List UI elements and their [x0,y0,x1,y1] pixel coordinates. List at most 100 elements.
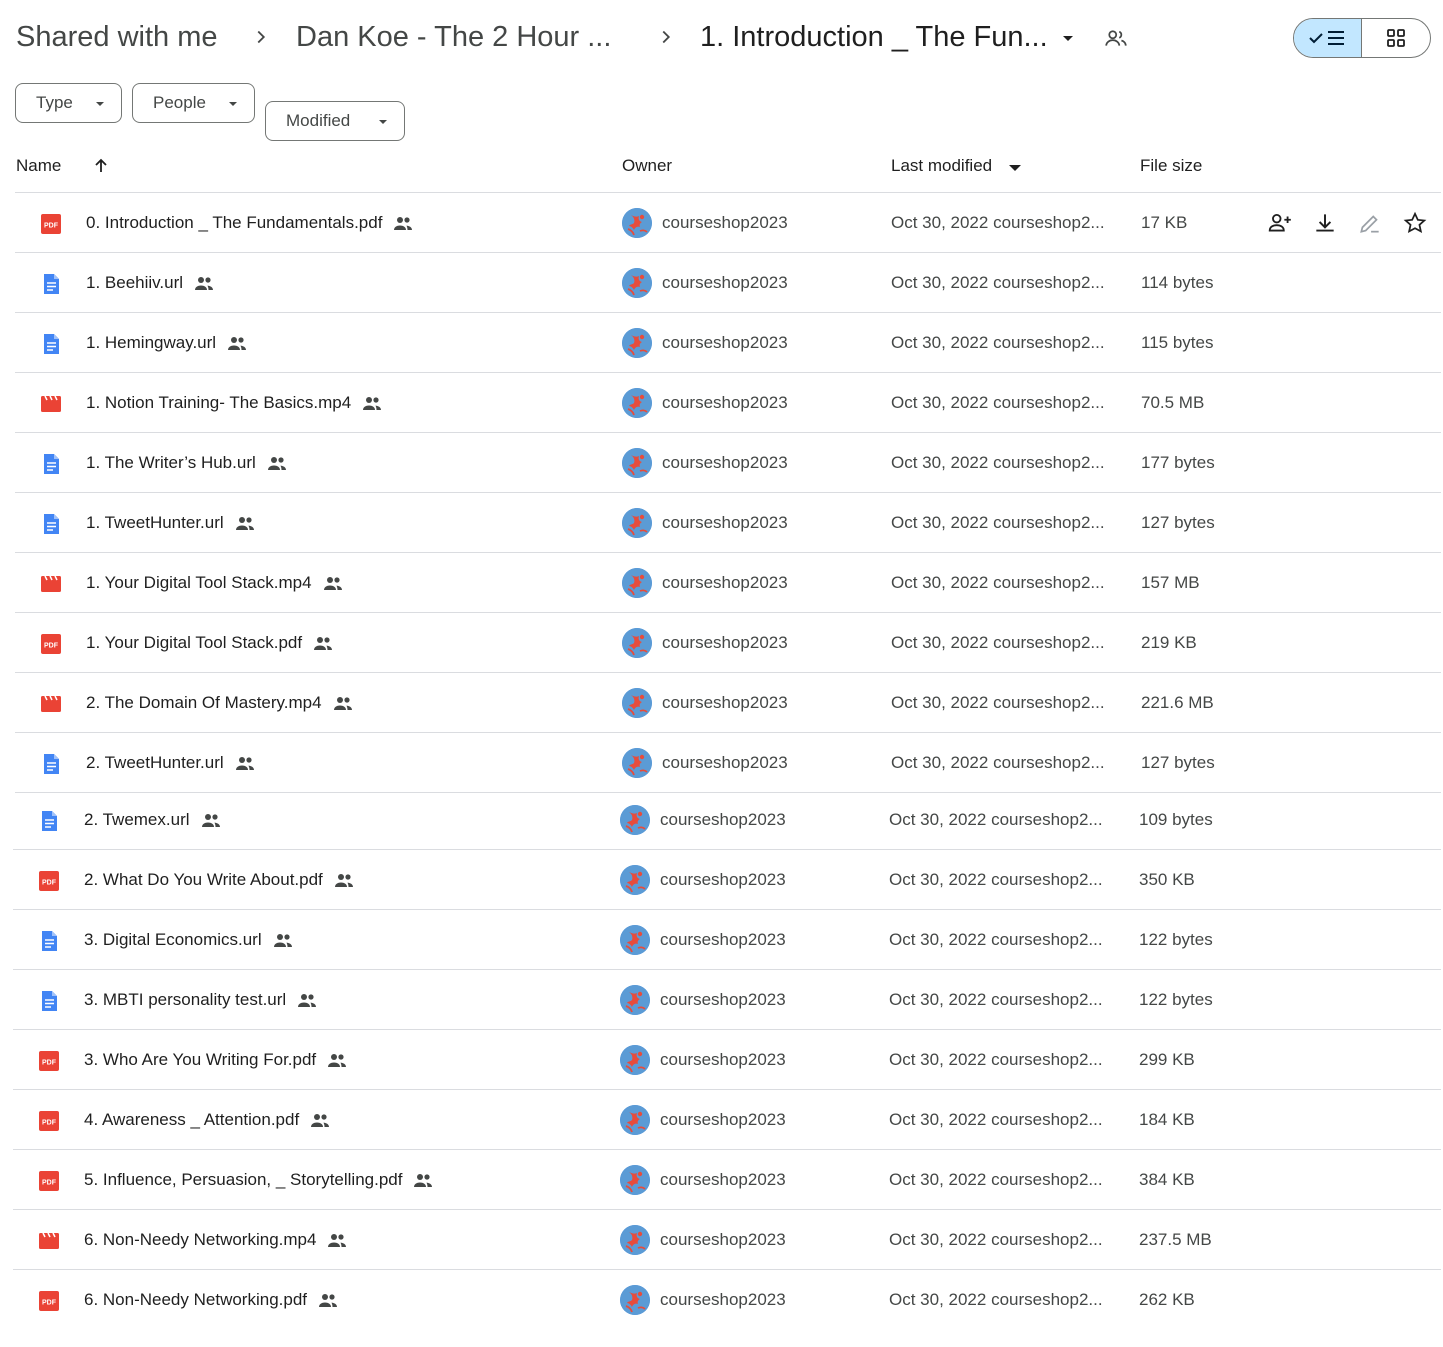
file-row[interactable]: PDF 0. Introduction _ The Fundamentals.p… [0,193,1443,253]
file-row[interactable]: PDF 1. Your Digital Tool Stack.pdf cours… [0,613,1443,673]
file-row[interactable]: 2. TweetHunter.url courseshop2023 Oct 30… [0,733,1443,793]
file-name[interactable]: 2. What Do You Write About.pdf [84,868,355,892]
file-name[interactable]: 2. Twemex.url [84,808,222,832]
file-row[interactable]: 1. Hemingway.url courseshop2023 Oct 30, … [0,313,1443,373]
avatar [620,865,650,895]
sort-arrow-up-icon[interactable] [91,156,111,176]
avatar [620,1045,650,1075]
file-row[interactable]: PDF 4. Awareness _ Attention.pdf courses… [0,1090,1443,1150]
file-name[interactable]: 1. The Writer’s Hub.url [86,451,288,475]
file-size: 127 bytes [1141,513,1215,532]
file-name[interactable]: 0. Introduction _ The Fundamentals.pdf [86,211,414,235]
avatar [622,748,652,778]
column-header-last-modified[interactable]: Last modified [891,156,992,176]
file-name[interactable]: 1. Your Digital Tool Stack.mp4 [86,571,344,595]
filter-label: Modified [286,111,351,130]
avatar [620,1105,650,1135]
file-size: 17 KB [1141,213,1188,232]
filter-modified[interactable]: Modified [265,101,405,141]
share-person-add-icon[interactable] [1267,210,1293,236]
last-modified: Oct 30, 2022 courseshop2... [889,1050,1103,1069]
file-name[interactable]: 1. Notion Training- The Basics.mp4 [86,391,383,415]
file-size: 177 bytes [1141,453,1215,472]
file-size: 219 KB [1141,633,1197,652]
caret-down-icon[interactable] [1058,28,1078,48]
last-modified: Oct 30, 2022 courseshop2... [891,453,1105,472]
file-name[interactable]: 1. Beehiiv.url [86,271,215,295]
file-name[interactable]: 1. Hemingway.url [86,331,248,355]
shared-people-icon [228,337,247,350]
file-row[interactable]: 1. TweetHunter.url courseshop2023 Oct 30… [0,493,1443,553]
file-name[interactable]: 6. Non-Needy Networking.pdf [84,1288,339,1312]
file-row[interactable]: 2. Twemex.url courseshop2023 Oct 30, 202… [0,790,1443,850]
shared-people-icon [267,457,286,470]
file-name[interactable]: 1. Your Digital Tool Stack.pdf [86,631,334,655]
file-row[interactable]: 1. The Writer’s Hub.url courseshop2023 O… [0,433,1443,493]
video-file-icon [40,393,62,415]
star-icon[interactable] [1402,210,1428,236]
file-name[interactable]: 3. Who Are You Writing For.pdf [84,1048,348,1072]
shared-people-icon [235,757,254,770]
file-size: 221.6 MB [1141,693,1214,712]
last-modified: Oct 30, 2022 courseshop2... [889,990,1103,1009]
file-name[interactable]: 4. Awareness _ Attention.pdf [84,1108,331,1132]
caret-down-icon[interactable] [1007,160,1023,176]
owner-name: courseshop2023 [662,573,788,592]
caret-down-icon [96,102,104,106]
pdf-file-icon: PDF [38,1290,60,1312]
column-header-file-size[interactable]: File size [1140,156,1202,176]
shared-people-icon [363,397,382,410]
pdf-file-icon: PDF [40,633,62,655]
download-icon[interactable] [1312,210,1338,236]
file-name[interactable]: 2. The Domain Of Mastery.mp4 [86,691,354,715]
file-row[interactable]: 1. Your Digital Tool Stack.mp4 coursesho… [0,553,1443,613]
owner-name: courseshop2023 [660,1170,786,1189]
filter-type[interactable]: Type [15,83,122,123]
last-modified: Oct 30, 2022 courseshop2... [891,273,1105,292]
shared-people-icon [328,1234,347,1247]
file-row[interactable]: 1. Notion Training- The Basics.mp4 cours… [0,373,1443,433]
file-name[interactable]: 5. Influence, Persuasion, _ Storytelling… [84,1168,434,1192]
column-header-owner[interactable]: Owner [622,156,672,176]
file-row[interactable]: PDF 3. Who Are You Writing For.pdf cours… [0,1030,1443,1090]
svg-text:PDF: PDF [42,1120,57,1127]
file-row[interactable]: 1. Beehiiv.url courseshop2023 Oct 30, 20… [0,253,1443,313]
file-row[interactable]: PDF 6. Non-Needy Networking.pdf coursesh… [0,1270,1443,1330]
grid-view-button[interactable] [1362,19,1430,57]
pdf-file-icon: PDF [38,1110,60,1132]
pdf-file-icon: PDF [38,870,60,892]
file-row[interactable]: 3. Digital Economics.url courseshop2023 … [0,910,1443,970]
file-name[interactable]: 6. Non-Needy Networking.mp4 [84,1228,348,1252]
file-size: 109 bytes [1139,810,1213,829]
file-row[interactable]: PDF 5. Influence, Persuasion, _ Storytel… [0,1150,1443,1210]
file-name[interactable]: 3. Digital Economics.url [84,928,294,952]
shared-folder-icon[interactable] [1103,25,1129,51]
owner-name: courseshop2023 [662,753,788,772]
file-size: 237.5 MB [1139,1230,1212,1249]
file-name[interactable]: 2. TweetHunter.url [86,751,256,775]
avatar [622,568,652,598]
file-name[interactable]: 1. TweetHunter.url [86,511,256,535]
filter-people[interactable]: People [132,83,255,123]
svg-text:PDF: PDF [42,880,57,887]
file-size: 122 bytes [1139,990,1213,1009]
avatar [620,985,650,1015]
last-modified: Oct 30, 2022 courseshop2... [891,753,1105,772]
rename-pencil-icon[interactable] [1357,210,1383,236]
file-row[interactable]: 6. Non-Needy Networking.mp4 courseshop20… [0,1210,1443,1270]
file-name[interactable]: 3. MBTI personality test.url [84,988,318,1012]
list-view-button[interactable] [1294,19,1362,57]
document-file-icon [40,513,62,535]
breadcrumb-shared-with-me[interactable]: Shared with me [16,18,218,56]
column-header-name[interactable]: Name [16,156,61,176]
file-size: 114 bytes [1141,273,1214,292]
file-row[interactable]: PDF 2. What Do You Write About.pdf cours… [0,850,1443,910]
breadcrumb-parent-folder[interactable]: Dan Koe - The 2 Hour ... [296,18,611,56]
breadcrumb-current-folder[interactable]: 1. Introduction _ The Fun... [700,18,1048,56]
file-row[interactable]: 3. MBTI personality test.url courseshop2… [0,970,1443,1030]
chevron-right-icon [250,26,272,48]
file-row[interactable]: 2. The Domain Of Mastery.mp4 courseshop2… [0,673,1443,733]
video-file-icon [40,573,62,595]
document-file-icon [38,810,60,832]
last-modified: Oct 30, 2022 courseshop2... [891,333,1105,352]
